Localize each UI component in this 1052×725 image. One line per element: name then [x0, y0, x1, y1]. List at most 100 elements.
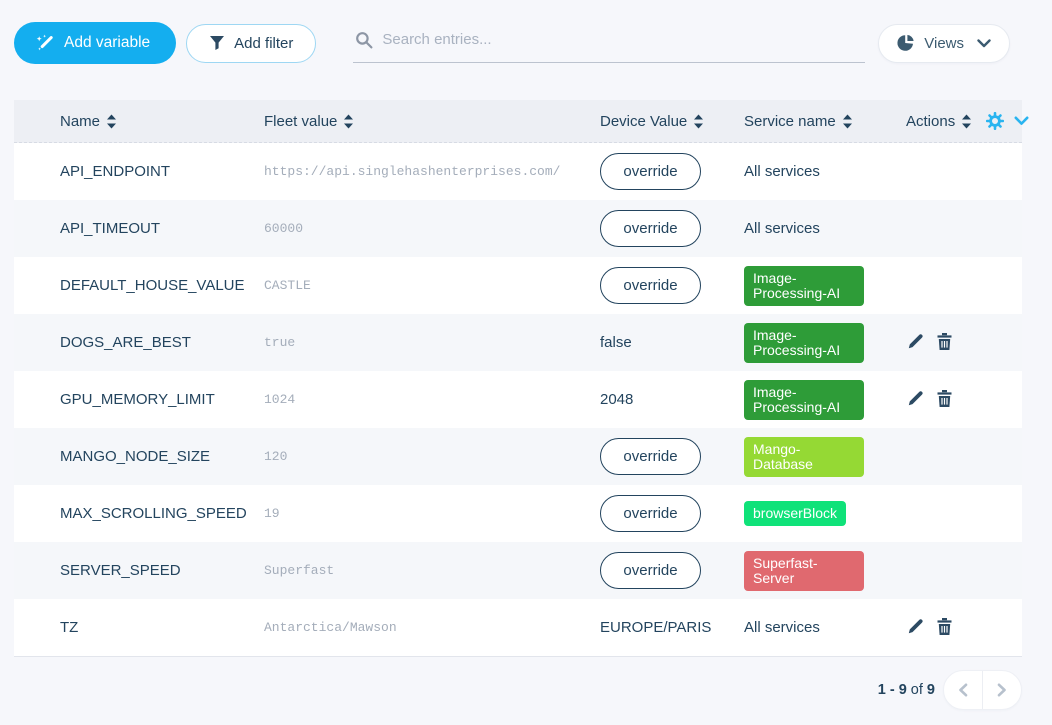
chevron-down-icon [1014, 116, 1029, 126]
row-actions [906, 616, 1022, 640]
table-body: API_ENDPOINThttps://api.singlehashenterp… [14, 143, 1022, 656]
override-button[interactable]: override [600, 495, 701, 532]
service-badge: Mango-Database [744, 437, 864, 477]
table-row: API_ENDPOINThttps://api.singlehashenterp… [14, 143, 1022, 200]
service-name: All services [744, 220, 820, 237]
chevron-left-icon [958, 683, 968, 697]
device-value: 2048 [600, 391, 633, 408]
fleet-value: 120 [264, 449, 600, 464]
variable-name: MAX_SCROLLING_SPEED [14, 505, 264, 522]
column-header-service-name[interactable]: Service name [744, 113, 906, 130]
override-button[interactable]: override [600, 210, 701, 247]
device-value-cell: override [600, 210, 744, 247]
column-label: Fleet value [264, 113, 337, 130]
pencil-icon [908, 618, 924, 637]
sort-arrows-icon [106, 114, 117, 129]
device-value-cell: false [600, 334, 744, 351]
service-name-cell: browserBlock [744, 501, 906, 526]
device-value: EUROPE/PARIS [600, 619, 711, 636]
views-label: Views [924, 35, 964, 52]
next-page-button[interactable] [983, 671, 1021, 709]
sort-arrows-icon [961, 114, 972, 129]
fleet-value: Superfast [264, 563, 600, 578]
search-icon [355, 31, 373, 49]
device-value-cell: override [600, 495, 744, 532]
variables-table: Name Fleet value Device Value Service na… [14, 100, 1022, 657]
override-button[interactable]: override [600, 153, 701, 190]
service-badge: Superfast-Server [744, 551, 864, 591]
fleet-value: Antarctica/Mawson [264, 620, 600, 635]
pagination-total: 9 [927, 682, 935, 698]
column-header-actions[interactable]: Actions [906, 110, 1022, 132]
pagination: 1 - 9 of 9 [0, 670, 1022, 710]
override-button[interactable]: override [600, 552, 701, 589]
device-value-cell: 2048 [600, 391, 744, 408]
add-filter-label: Add filter [234, 35, 293, 52]
service-badge: browserBlock [744, 501, 846, 526]
column-label: Actions [906, 113, 955, 130]
table-row: API_TIMEOUT60000overrideAll services [14, 200, 1022, 257]
fleet-value: true [264, 335, 600, 350]
service-name-cell: Image-Processing-AI [744, 323, 906, 363]
table-header: Name Fleet value Device Value Service na… [14, 100, 1022, 143]
delete-button[interactable] [935, 388, 954, 412]
add-variable-label: Add variable [64, 34, 150, 52]
service-name: All services [744, 163, 820, 180]
add-filter-button[interactable]: Add filter [186, 24, 316, 63]
pager-buttons [943, 670, 1022, 710]
device-value-cell: override [600, 552, 744, 589]
previous-page-button[interactable] [944, 671, 982, 709]
service-name-cell: All services [744, 163, 906, 180]
device-value-cell: override [600, 153, 744, 190]
column-label: Service name [744, 113, 836, 130]
pencil-icon [908, 333, 924, 352]
device-value: false [600, 334, 632, 351]
fleet-value: 19 [264, 506, 600, 521]
fleet-value: 1024 [264, 392, 600, 407]
service-name-cell: All services [744, 619, 906, 636]
magic-wand-icon [36, 34, 55, 53]
pencil-icon [908, 390, 924, 409]
column-header-device-value[interactable]: Device Value [600, 113, 744, 130]
table-row: GPU_MEMORY_LIMIT10242048 Image-Processing… [14, 371, 1022, 428]
gear-icon [986, 112, 1004, 130]
delete-button[interactable] [935, 331, 954, 355]
edit-button[interactable] [906, 616, 926, 639]
sort-arrows-icon [343, 114, 354, 129]
search-input[interactable] [382, 31, 863, 48]
table-settings-button[interactable] [984, 110, 1006, 132]
service-badge: Image-Processing-AI [744, 380, 864, 420]
chevron-right-icon [997, 683, 1007, 697]
variable-name: GPU_MEMORY_LIMIT [14, 391, 264, 408]
service-badge: Image-Processing-AI [744, 266, 864, 306]
service-name-cell: Image-Processing-AI [744, 380, 906, 420]
row-actions [906, 331, 1022, 355]
chevron-down-icon [977, 39, 991, 48]
column-header-fleet-value[interactable]: Fleet value [264, 113, 600, 130]
fleet-value: 60000 [264, 221, 600, 236]
service-name-cell: Superfast-Server [744, 551, 906, 591]
fleet-value: https://api.singlehashenterprises.com/ [264, 164, 600, 179]
collapse-columns-button[interactable] [1012, 114, 1031, 128]
edit-button[interactable] [906, 331, 926, 354]
device-value-cell: override [600, 267, 744, 304]
views-button[interactable]: Views [878, 24, 1010, 63]
table-row: SERVER_SPEEDSuperfastoverrideSuperfast-S… [14, 542, 1022, 599]
column-label: Device Value [600, 113, 687, 130]
column-header-name[interactable]: Name [14, 113, 264, 130]
fleet-value: CASTLE [264, 278, 600, 293]
add-variable-button[interactable]: Add variable [14, 22, 176, 64]
override-button[interactable]: override [600, 267, 701, 304]
column-label: Name [60, 113, 100, 130]
filter-funnel-icon [209, 35, 225, 51]
device-value-cell: EUROPE/PARIS [600, 619, 744, 636]
edit-button[interactable] [906, 388, 926, 411]
override-button[interactable]: override [600, 438, 701, 475]
table-row: MAX_SCROLLING_SPEED19override browserBloc… [14, 485, 1022, 542]
pie-chart-icon [897, 34, 915, 52]
pagination-range-values: 1 - 9 [878, 682, 907, 698]
service-name: All services [744, 619, 820, 636]
service-name-cell: Mango-Database [744, 437, 906, 477]
service-badge: Image-Processing-AI [744, 323, 864, 363]
delete-button[interactable] [935, 616, 954, 640]
